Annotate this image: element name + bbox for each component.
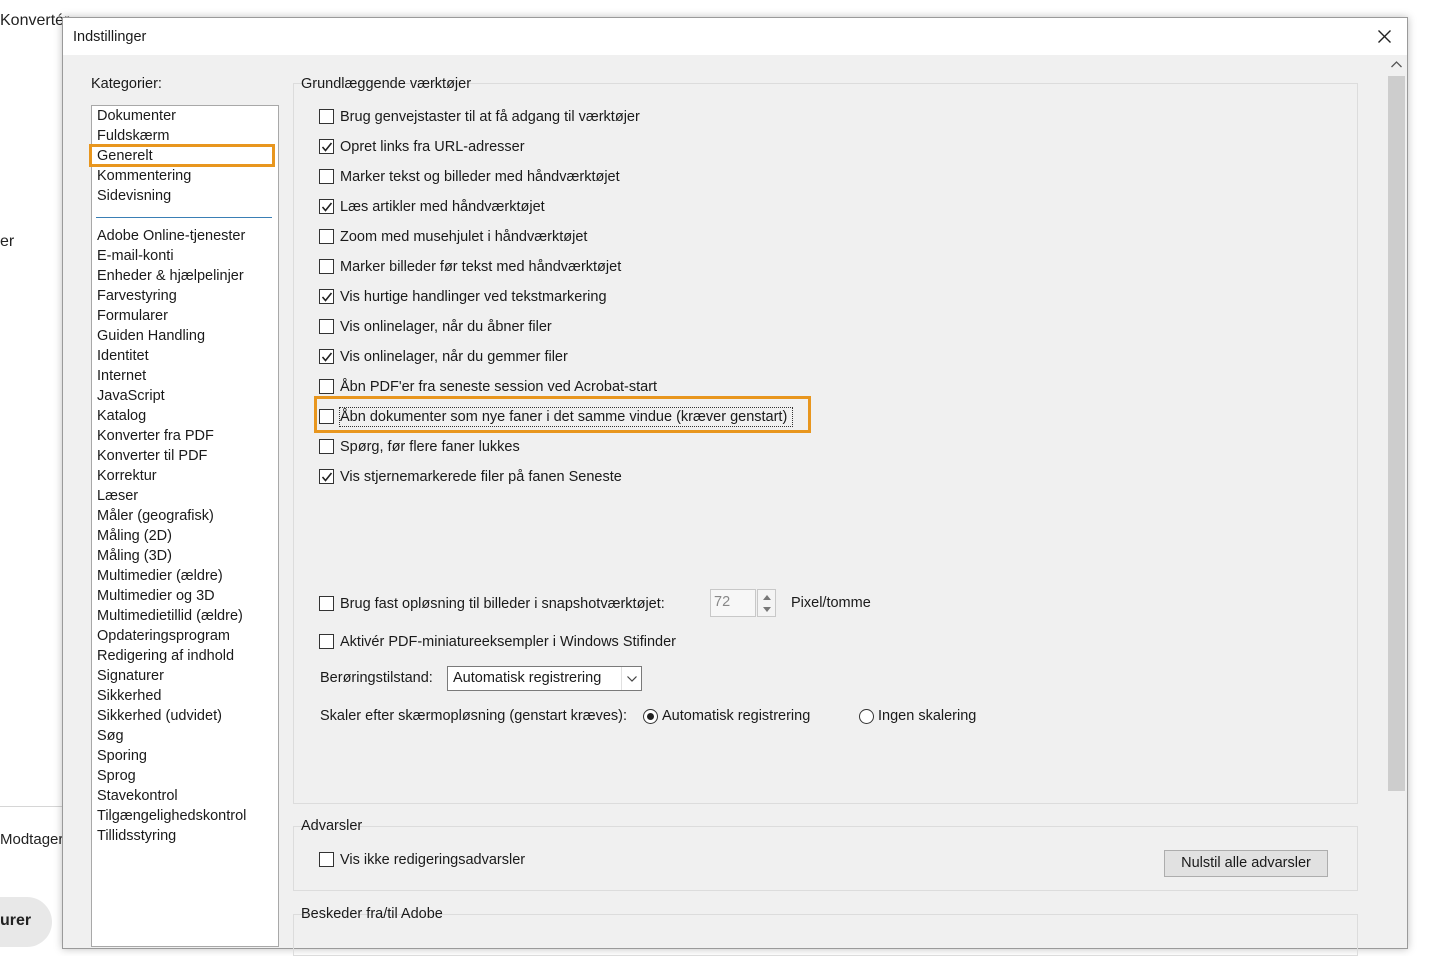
category-item[interactable]: Læser bbox=[97, 486, 138, 506]
radio-auto-detect[interactable] bbox=[643, 709, 658, 724]
background-recipients-text: Modtagere bbox=[0, 831, 72, 848]
touch-mode-label: Berøringstilstand: bbox=[320, 670, 433, 686]
checkbox[interactable] bbox=[319, 349, 334, 364]
category-item[interactable]: Tilgængelighedskontrol bbox=[97, 806, 246, 826]
checkbox[interactable] bbox=[319, 109, 334, 124]
category-item[interactable]: Sikkerhed (udvidet) bbox=[97, 706, 222, 726]
resolution-stepper[interactable] bbox=[757, 589, 776, 617]
scaling-label: Skaler efter skærmopløsning (genstart kr… bbox=[320, 708, 628, 724]
category-item-fuldskaerm[interactable]: Fuldskærm bbox=[97, 126, 170, 146]
checkbox[interactable] bbox=[319, 469, 334, 484]
category-item[interactable]: Måling (2D) bbox=[97, 526, 172, 546]
category-item[interactable]: Signaturer bbox=[97, 666, 164, 686]
close-button[interactable] bbox=[1363, 18, 1407, 55]
category-item[interactable]: Multimedier (ældre) bbox=[97, 566, 223, 586]
categories-divider bbox=[96, 217, 272, 218]
chevron-up-icon bbox=[763, 595, 771, 600]
category-item[interactable]: Måler (geografisk) bbox=[97, 506, 214, 526]
touch-mode-select[interactable]: Automatisk registrering bbox=[447, 666, 642, 691]
category-item[interactable]: Katalog bbox=[97, 406, 146, 426]
categories-list[interactable]: Dokumenter Fuldskærm Generelt Kommenteri… bbox=[89, 105, 279, 947]
dropdown-arrow bbox=[621, 667, 642, 690]
checkbox[interactable] bbox=[319, 852, 334, 867]
checkbox[interactable] bbox=[319, 169, 334, 184]
checkbox[interactable] bbox=[319, 596, 334, 611]
chevron-down-icon bbox=[763, 607, 771, 612]
category-item[interactable]: Enheder & hjælpelinjer bbox=[97, 266, 244, 286]
background-menu-convert: Konvertér bbox=[0, 12, 70, 29]
checkbox[interactable] bbox=[319, 409, 334, 424]
dialog-titlebar: Indstillinger bbox=[63, 18, 1407, 55]
resolution-input[interactable]: 72 bbox=[710, 589, 756, 617]
warnings-title: Advarsler bbox=[301, 818, 363, 834]
category-item[interactable]: E-mail-konti bbox=[97, 246, 174, 266]
category-item[interactable]: JavaScript bbox=[97, 386, 165, 406]
checkbox[interactable] bbox=[319, 439, 334, 454]
category-item-kommentering[interactable]: Kommentering bbox=[97, 166, 191, 186]
reset-warnings-button[interactable]: Nulstil alle advarsler bbox=[1164, 850, 1328, 877]
checkbox[interactable] bbox=[319, 634, 334, 649]
touch-mode-value: Automatisk registrering bbox=[453, 670, 602, 686]
background-bottom-text: urer bbox=[0, 912, 32, 929]
chevron-down-icon bbox=[627, 676, 637, 682]
scrollbar[interactable] bbox=[1387, 55, 1406, 948]
category-item-sidevisning[interactable]: Sidevisning bbox=[97, 186, 171, 206]
category-item[interactable]: Konverter til PDF bbox=[97, 446, 207, 466]
category-item[interactable]: Opdateringsprogram bbox=[97, 626, 230, 646]
messages-group bbox=[293, 914, 1358, 956]
category-item[interactable]: Sikkerhed bbox=[97, 686, 161, 706]
category-item[interactable]: Sporing bbox=[97, 746, 147, 766]
category-item[interactable]: Korrektur bbox=[97, 466, 157, 486]
checkbox[interactable] bbox=[319, 379, 334, 394]
dialog-title: Indstillinger bbox=[73, 29, 147, 45]
close-icon bbox=[1378, 30, 1391, 43]
category-item[interactable]: Farvestyring bbox=[97, 286, 177, 306]
radio-auto-detect-label: Automatisk registrering bbox=[662, 708, 811, 724]
checkbox[interactable] bbox=[319, 139, 334, 154]
background-divider bbox=[0, 806, 62, 807]
radio-no-scaling[interactable] bbox=[859, 709, 874, 724]
category-item[interactable]: Identitet bbox=[97, 346, 149, 366]
category-item[interactable]: Internet bbox=[97, 366, 146, 386]
messages-title: Beskeder fra/til Adobe bbox=[301, 906, 443, 922]
category-item[interactable]: Multimedier og 3D bbox=[97, 586, 215, 606]
category-item[interactable]: Redigering af indhold bbox=[97, 646, 234, 666]
category-item[interactable]: Sprog bbox=[97, 766, 136, 786]
categories-label: Kategorier: bbox=[91, 76, 162, 92]
category-item[interactable]: Tillidsstyring bbox=[97, 826, 176, 846]
category-item[interactable]: Adobe Online-tjenester bbox=[97, 226, 245, 246]
category-item-dokumenter[interactable]: Dokumenter bbox=[97, 106, 176, 126]
basic-tools-title: Grundlæggende værktøjer bbox=[301, 76, 472, 92]
category-item[interactable]: Stavekontrol bbox=[97, 786, 178, 806]
background-sidebar-text: er bbox=[0, 233, 15, 250]
scrollbar-thumb[interactable] bbox=[1388, 76, 1405, 791]
checkbox[interactable] bbox=[319, 259, 334, 274]
category-item[interactable]: Måling (3D) bbox=[97, 546, 172, 566]
checkbox[interactable] bbox=[319, 229, 334, 244]
checkbox[interactable] bbox=[319, 199, 334, 214]
checkbox[interactable] bbox=[319, 319, 334, 334]
category-item[interactable]: Formularer bbox=[97, 306, 168, 326]
preferences-dialog: Indstillinger Kategorier: Dokumenter Ful… bbox=[62, 17, 1408, 956]
category-item[interactable]: Søg bbox=[97, 726, 124, 746]
category-item[interactable]: Konverter fra PDF bbox=[97, 426, 214, 446]
category-item[interactable]: Guiden Handling bbox=[97, 326, 205, 346]
checkbox[interactable] bbox=[319, 289, 334, 304]
resolution-unit: Pixel/tomme bbox=[791, 595, 871, 611]
chevron-up-icon bbox=[1391, 61, 1402, 68]
radio-no-scaling-label: Ingen skalering bbox=[878, 708, 977, 724]
selected-category-highlight bbox=[89, 144, 275, 167]
category-item[interactable]: Multimedietillid (ældre) bbox=[97, 606, 243, 626]
